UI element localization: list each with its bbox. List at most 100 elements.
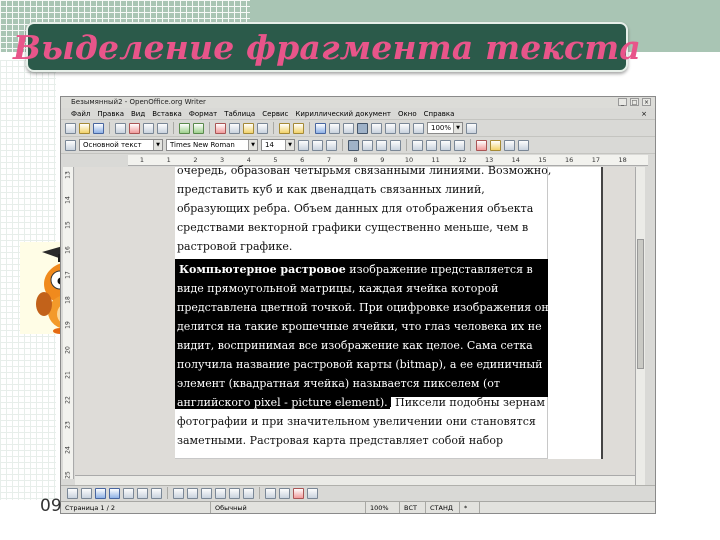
menu-cyrillic[interactable]: Кириллический документ xyxy=(295,108,391,120)
zoom-select[interactable]: 100% ▼ xyxy=(427,122,463,134)
menu-format[interactable]: Формат xyxy=(189,108,217,120)
paste-icon[interactable] xyxy=(243,122,254,134)
slide-number: 09 xyxy=(40,496,62,516)
vertical-ruler-tick: 21 xyxy=(64,371,72,379)
flowchart-icon[interactable] xyxy=(215,487,226,499)
font-name-select[interactable]: Times New Roman ▼ xyxy=(166,139,258,151)
underline-icon[interactable] xyxy=(326,139,337,151)
justify-icon[interactable] xyxy=(390,139,401,151)
slide-title: Выделение фрагмента текста xyxy=(13,27,641,67)
data-sources-icon[interactable] xyxy=(385,122,396,134)
select-arrow-icon[interactable] xyxy=(67,487,78,499)
status-style[interactable]: Обычный xyxy=(211,502,366,513)
text-line: заметными. Растровая карта представляет … xyxy=(177,434,504,447)
callouts-icon[interactable] xyxy=(229,487,240,499)
scrollbar-thumb[interactable] xyxy=(637,239,644,369)
font-size-value: 14 xyxy=(265,141,274,149)
autospellcheck-icon[interactable] xyxy=(193,122,204,134)
font-color-icon[interactable] xyxy=(476,139,487,151)
toolbar-separator xyxy=(209,122,210,134)
horizontal-scrollbar[interactable] xyxy=(75,475,635,485)
maximize-button[interactable]: □ xyxy=(630,98,639,106)
print-preview-icon[interactable] xyxy=(157,122,168,134)
table-icon[interactable] xyxy=(329,122,340,134)
background-color-icon[interactable] xyxy=(504,139,515,151)
status-page[interactable]: Страница 1 / 2 xyxy=(61,502,211,513)
toolbar-separator xyxy=(109,122,110,134)
show-draw-functions-icon[interactable] xyxy=(343,122,354,134)
increase-indent-icon[interactable] xyxy=(454,139,465,151)
points-icon[interactable] xyxy=(265,487,276,499)
spellcheck-icon[interactable] xyxy=(179,122,190,134)
font-size-select[interactable]: 14 ▼ xyxy=(261,139,295,151)
print-icon[interactable] xyxy=(143,122,154,134)
minimize-button[interactable]: _ xyxy=(618,98,627,106)
menu-help[interactable]: Справка xyxy=(424,108,455,120)
block-arrows-icon[interactable] xyxy=(201,487,212,499)
gallery-icon[interactable] xyxy=(371,122,382,134)
menu-file[interactable]: Файл xyxy=(71,108,90,120)
toolbar-options-icon[interactable] xyxy=(466,122,477,134)
text-cursor xyxy=(177,263,178,274)
document-close-button[interactable]: × xyxy=(641,110,647,118)
status-selection-mode[interactable]: СТАНД xyxy=(426,502,460,513)
menu-window[interactable]: Окно xyxy=(398,108,417,120)
selected-text-line: получила название растровой карты (bitma… xyxy=(177,358,543,371)
hyperlink-icon[interactable] xyxy=(315,122,326,134)
numbering-icon[interactable] xyxy=(412,139,423,151)
toolbar-options-icon[interactable] xyxy=(518,139,529,151)
partially-selected-line: английского pixel - picture element). Пи… xyxy=(175,393,545,412)
cut-icon[interactable] xyxy=(215,122,226,134)
align-right-icon[interactable] xyxy=(376,139,387,151)
vertical-ruler[interactable]: 13 14 15 16 17 18 19 20 21 22 23 24 25 xyxy=(63,167,74,479)
menu-tools[interactable]: Сервис xyxy=(262,108,288,120)
clone-formatting-icon[interactable] xyxy=(257,122,268,134)
align-left-icon[interactable] xyxy=(348,139,359,151)
align-center-icon[interactable] xyxy=(362,139,373,151)
new-document-icon[interactable] xyxy=(65,122,76,134)
drawing-toolbar xyxy=(61,485,655,500)
styles-formatting-icon[interactable] xyxy=(65,139,76,151)
vertical-scrollbar[interactable] xyxy=(635,167,645,485)
line-tool-icon[interactable] xyxy=(81,487,92,499)
menu-view[interactable]: Вид xyxy=(131,108,145,120)
status-zoom[interactable]: 100% xyxy=(366,502,400,513)
rectangle-tool-icon[interactable] xyxy=(95,487,106,499)
freeform-tool-icon[interactable] xyxy=(123,487,134,499)
bold-icon[interactable] xyxy=(298,139,309,151)
close-button[interactable]: × xyxy=(642,98,651,106)
callout-tool-icon[interactable] xyxy=(151,487,162,499)
edit-file-icon[interactable] xyxy=(115,122,126,134)
menu-edit[interactable]: Правка xyxy=(97,108,124,120)
help-icon[interactable] xyxy=(413,122,424,134)
italic-icon[interactable] xyxy=(312,139,323,151)
basic-shapes-icon[interactable] xyxy=(173,487,184,499)
bullets-icon[interactable] xyxy=(426,139,437,151)
selected-text: изображение представляется в xyxy=(345,263,533,276)
unselected-text: Пиксели подобны зернам xyxy=(391,396,545,409)
undo-icon[interactable] xyxy=(279,122,290,134)
copy-icon[interactable] xyxy=(229,122,240,134)
font-name-value: Times New Roman xyxy=(170,141,235,149)
status-insert-mode[interactable]: ВСТ xyxy=(400,502,426,513)
from-file-icon[interactable] xyxy=(293,487,304,499)
open-folder-icon[interactable] xyxy=(79,122,90,134)
document-page[interactable]: очередь, образован четырьмя связанными л… xyxy=(175,164,603,459)
stars-icon[interactable] xyxy=(243,487,254,499)
navigator-icon[interactable] xyxy=(357,122,368,134)
paragraph-style-select[interactable]: Основной текст ▼ xyxy=(79,139,163,151)
ellipse-tool-icon[interactable] xyxy=(109,487,120,499)
text-tool-icon[interactable] xyxy=(137,487,148,499)
menu-table[interactable]: Таблица xyxy=(224,108,255,120)
export-pdf-icon[interactable] xyxy=(129,122,140,134)
nonprinting-characters-icon[interactable] xyxy=(399,122,410,134)
extrusion-icon[interactable] xyxy=(307,487,318,499)
symbol-shapes-icon[interactable] xyxy=(187,487,198,499)
vertical-ruler-tick: 19 xyxy=(64,321,72,329)
highlighting-icon[interactable] xyxy=(490,139,501,151)
menu-insert[interactable]: Вставка xyxy=(152,108,182,120)
fontwork-icon[interactable] xyxy=(279,487,290,499)
save-icon[interactable] xyxy=(93,122,104,134)
decrease-indent-icon[interactable] xyxy=(440,139,451,151)
redo-icon[interactable] xyxy=(293,122,304,134)
